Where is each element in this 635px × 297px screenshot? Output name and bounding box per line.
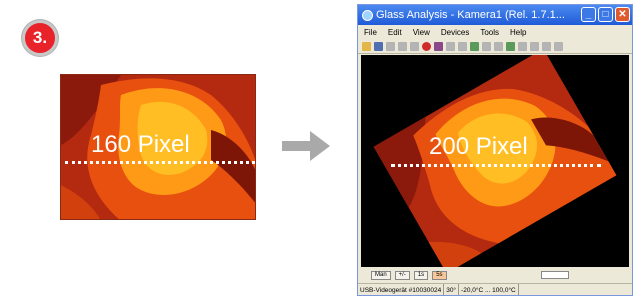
tool-icon[interactable]: [554, 41, 563, 51]
thermal-image-small: 160 Pixel: [60, 74, 256, 220]
measure-line: [65, 161, 255, 164]
thermal-image-rotated: [373, 55, 617, 267]
menu-view[interactable]: View: [413, 28, 430, 37]
record-icon[interactable]: [422, 41, 431, 51]
status-range: -20,0°C ... 100,0°C: [459, 284, 519, 295]
frame-slider[interactable]: [540, 271, 569, 279]
maximize-icon[interactable]: □: [598, 7, 613, 22]
title-bar[interactable]: Glass Analysis - Kamera1 (Rel. 1.7.1... …: [358, 5, 632, 25]
tool-icon[interactable]: [458, 41, 467, 51]
minimize-icon[interactable]: _: [581, 7, 596, 22]
camera-icon[interactable]: [434, 41, 443, 51]
status-emissivity: 30°: [444, 284, 460, 295]
menu-file[interactable]: File: [364, 28, 377, 37]
chart-icon[interactable]: [470, 41, 479, 51]
measure-line: [391, 164, 601, 167]
arrow-right-icon: [282, 131, 330, 161]
menu-bar: File Edit View Devices Tools Help: [358, 25, 632, 39]
app-icon: [362, 9, 373, 21]
right-pixel-label: 200 Pixel: [429, 133, 528, 160]
interval-5s-button[interactable]: 5s: [432, 270, 447, 280]
manual-button[interactable]: Man: [371, 270, 391, 280]
open-icon[interactable]: [362, 41, 371, 51]
plus-minus-button[interactable]: +/-: [394, 270, 410, 280]
interval-1s-button[interactable]: 1s: [413, 270, 429, 280]
menu-devices[interactable]: Devices: [441, 28, 469, 37]
play-icon[interactable]: [386, 41, 395, 51]
menu-edit[interactable]: Edit: [388, 28, 402, 37]
menu-tools[interactable]: Tools: [480, 28, 499, 37]
tool-icon[interactable]: [530, 41, 539, 51]
tool-icon[interactable]: [446, 41, 455, 51]
menu-help[interactable]: Help: [510, 28, 526, 37]
tool-icon[interactable]: [518, 41, 527, 51]
control-bar: Man +/- 1s 5s: [361, 269, 629, 281]
toolbar: [358, 39, 632, 54]
tool-icon[interactable]: [482, 41, 491, 51]
save-icon[interactable]: [374, 41, 383, 51]
image-viewport[interactable]: 200 Pixel: [361, 55, 629, 267]
step-number: 3.: [32, 28, 48, 47]
app-window: Glass Analysis - Kamera1 (Rel. 1.7.1... …: [357, 4, 633, 296]
left-pixel-label: 160 Pixel: [91, 131, 190, 158]
pause-icon[interactable]: [410, 41, 419, 51]
step-badge: 3.: [22, 20, 58, 56]
tool-icon[interactable]: [494, 41, 503, 51]
chart-icon[interactable]: [506, 41, 515, 51]
status-bar: USB-Videogerät #10030024 30° -20,0°C ...…: [358, 283, 632, 295]
tool-icon[interactable]: [542, 41, 551, 51]
close-icon[interactable]: ✕: [615, 7, 630, 22]
window-title: Glass Analysis - Kamera1 (Rel. 1.7.1...: [376, 9, 565, 21]
status-device: USB-Videogerät #10030024: [358, 284, 445, 295]
stop-icon[interactable]: [398, 41, 407, 51]
